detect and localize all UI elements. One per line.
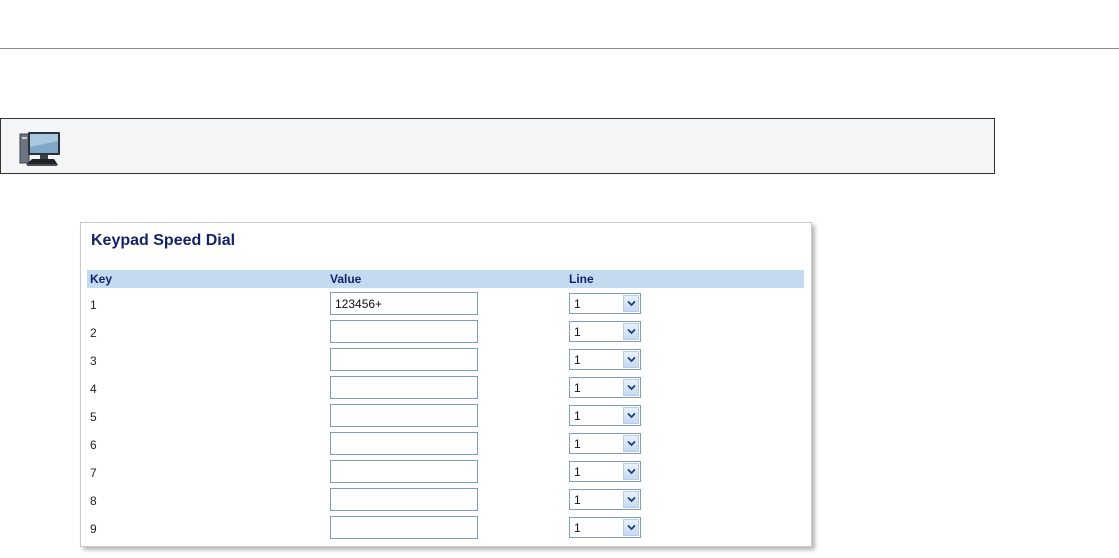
line-select-value: 1: [574, 297, 581, 311]
key-label: 4: [90, 382, 97, 396]
value-input[interactable]: [330, 404, 478, 427]
dropdown-button[interactable]: [623, 435, 639, 452]
line-select[interactable]: 1: [569, 433, 641, 454]
value-input[interactable]: [330, 516, 478, 539]
chevron-down-icon: [627, 496, 636, 503]
table-row: 3 1: [87, 348, 804, 374]
line-select[interactable]: 1: [569, 321, 641, 342]
table-row: 8 1: [87, 488, 804, 514]
line-select[interactable]: 1: [569, 461, 641, 482]
dropdown-button[interactable]: [623, 491, 639, 508]
line-select[interactable]: 1: [569, 405, 641, 426]
dropdown-button[interactable]: [623, 295, 639, 312]
line-select[interactable]: 1: [569, 377, 641, 398]
key-label: 7: [90, 466, 97, 480]
line-select-value: 1: [574, 325, 581, 339]
key-label: 1: [90, 298, 97, 312]
dropdown-button[interactable]: [623, 519, 639, 536]
computer-monitor-icon: [19, 132, 60, 166]
table-row: 7 1: [87, 460, 804, 486]
line-select[interactable]: 1: [569, 293, 641, 314]
table-row: 4 1: [87, 376, 804, 402]
line-select-value: 1: [574, 521, 581, 535]
line-select[interactable]: 1: [569, 489, 641, 510]
panel-title: Keypad Speed Dial: [91, 232, 236, 249]
chevron-down-icon: [627, 524, 636, 531]
column-header-line: Line: [569, 272, 594, 286]
key-label: 3: [90, 354, 97, 368]
table-header: Key Value Line: [87, 270, 804, 288]
line-select[interactable]: 1: [569, 349, 641, 370]
line-select-value: 1: [574, 437, 581, 451]
dropdown-button[interactable]: [623, 323, 639, 340]
table-row: 2 1: [87, 320, 804, 346]
value-input[interactable]: [330, 320, 478, 343]
line-select-value: 1: [574, 353, 581, 367]
key-label: 9: [90, 522, 97, 536]
line-select[interactable]: 1: [569, 517, 641, 538]
key-label: 5: [90, 410, 97, 424]
keypad-speed-dial-panel: Keypad Speed Dial Key Value Line 1 1 2 1: [80, 222, 812, 547]
info-bar: [0, 118, 995, 174]
dropdown-button[interactable]: [623, 407, 639, 424]
chevron-down-icon: [627, 300, 636, 307]
value-input[interactable]: [330, 488, 478, 511]
value-input[interactable]: [330, 348, 478, 371]
chevron-down-icon: [627, 468, 636, 475]
line-select-value: 1: [574, 409, 581, 423]
dropdown-button[interactable]: [623, 463, 639, 480]
key-label: 2: [90, 326, 97, 340]
value-input[interactable]: [330, 432, 478, 455]
chevron-down-icon: [627, 440, 636, 447]
dropdown-button[interactable]: [623, 379, 639, 396]
line-select-value: 1: [574, 465, 581, 479]
top-divider: [0, 48, 1119, 49]
chevron-down-icon: [627, 412, 636, 419]
line-select-value: 1: [574, 381, 581, 395]
chevron-down-icon: [627, 356, 636, 363]
column-header-key: Key: [90, 272, 113, 286]
dropdown-button[interactable]: [623, 351, 639, 368]
chevron-down-icon: [627, 328, 636, 335]
table-row: 1 1: [87, 292, 804, 318]
value-input[interactable]: [330, 292, 478, 315]
key-label: 8: [90, 494, 97, 508]
value-input[interactable]: [330, 376, 478, 399]
key-label: 6: [90, 438, 97, 452]
value-input[interactable]: [330, 460, 478, 483]
table-row: 6 1: [87, 432, 804, 458]
chevron-down-icon: [627, 384, 636, 391]
table-row: 9 1: [87, 516, 804, 542]
table-row: 5 1: [87, 404, 804, 430]
column-header-value: Value: [330, 272, 362, 286]
page: Keypad Speed Dial Key Value Line 1 1 2 1: [0, 0, 1119, 558]
line-select-value: 1: [574, 493, 581, 507]
